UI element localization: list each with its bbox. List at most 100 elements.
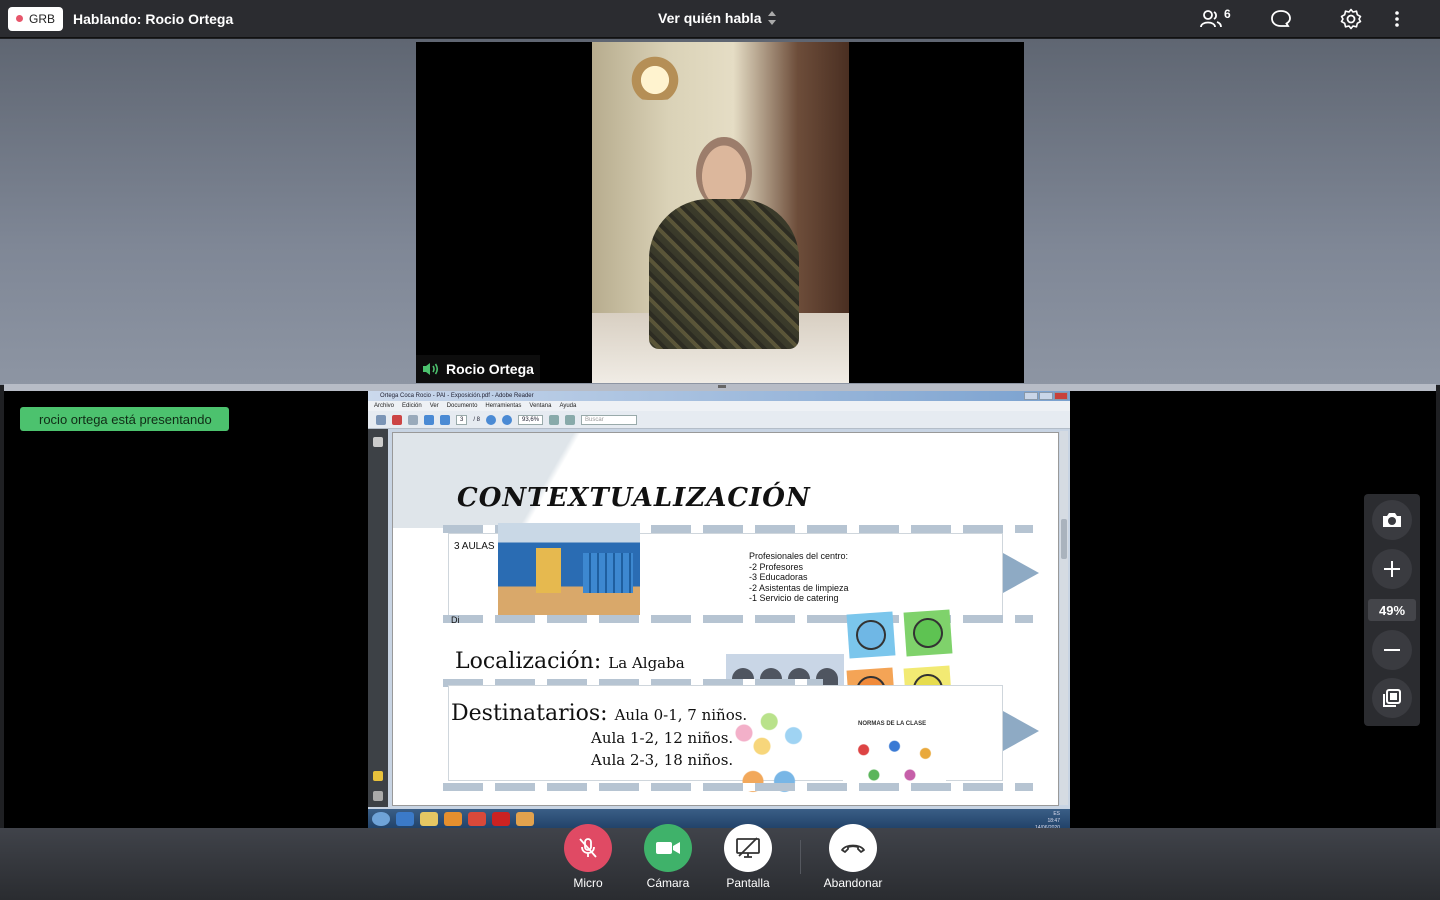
location-line: Localización: La Algaba [455,649,685,674]
location-value: La Algaba [608,654,685,672]
menu-item: Ayuda [559,403,577,409]
screen-share-button-circle[interactable] [724,824,772,872]
page-down-icon [440,414,450,425]
decor-chevron-row [443,783,1033,791]
recipients-item: Aula 2-3, 18 niños. [591,751,734,769]
angry-emoji-card [903,609,953,657]
screen-share-off-icon [736,837,760,858]
shared-window-title-text: Ortega Coca Rocio - PAI - Exposición.pdf… [380,393,534,399]
pdf-search-field: Buscar [581,414,638,425]
screen-share-area: rocio ortega está presentando Ortega Coc… [4,391,1436,831]
staff-line: Profesionales del centro: [749,551,849,561]
speaker-video-area: Rocio Ortega [0,39,1440,385]
speaker-audio-icon [423,363,439,375]
arrow-right-icon [1003,553,1039,593]
menu-item: Ver [429,403,439,409]
participant-name: Rocio Ortega [446,361,534,377]
leave-button[interactable]: Abandonar [808,824,898,890]
fit-page-icon [565,414,576,425]
aulas-label: 3 AULAS [454,541,495,552]
camera-snapshot-icon [1383,513,1401,527]
menu-item: Herramientas [485,403,522,409]
camera-feed [592,42,849,383]
participant-name-tag: Rocio Ortega [416,355,540,383]
app-icon [516,811,534,826]
page-total: / 8 [473,416,481,423]
di-label: Di [451,615,460,625]
room-badge[interactable]: GRB [8,6,64,31]
toolbar-separator [800,840,801,874]
chat-button[interactable] [1270,8,1292,30]
save-icon [549,414,560,425]
pages-icon [373,437,383,447]
tray-language: ES [1053,811,1060,817]
shared-window-title: Ortega Coca Rocio - PAI - Exposición.pdf… [368,391,1070,401]
folder-icon [420,811,438,826]
split-divider[interactable] [4,384,1436,391]
video-tile[interactable]: Rocio Ortega [416,42,1024,383]
minimize-icon [1024,392,1038,400]
divider-handle[interactable] [718,385,726,388]
leave-button-circle[interactable] [829,824,877,872]
page-number-field: 3 [456,414,468,425]
zoom-level: 49% [1368,599,1416,621]
menu-item: Ventana [529,403,552,409]
menu-item: Edición [402,403,422,409]
print-icon [376,414,386,425]
leave-label: Abandonar [823,876,883,890]
zoom-out-button[interactable] [1372,630,1412,670]
zoom-in-button[interactable] [1372,549,1412,589]
menu-item: Archivo [374,403,395,409]
more-vertical-icon [1395,11,1399,27]
snapshot-button[interactable] [1372,500,1412,540]
comments-icon [373,771,383,781]
staff-line: -2 Asistentas de limpieza [749,582,849,593]
view-mode-toggle[interactable]: Ver quién habla [658,10,777,26]
screen-share-label: Pantalla [726,876,770,890]
mic-button-circle[interactable] [564,824,612,872]
camera-button-circle[interactable] [644,824,692,872]
participants-button[interactable]: 6 [1200,7,1231,30]
top-bar: GRB Hablando: Rocio Ortega Ver quién hab… [0,0,1440,38]
presentation-slide: CONTEXTUALIZACIÓN 3 AULAS Profesionales … [392,432,1059,806]
participant-body [649,199,799,349]
video-camera-icon [656,842,680,854]
speaking-indicator: Hablando: Rocio Ortega [73,10,234,27]
tray-time: 18:47 [1047,818,1060,824]
close-icon [1054,392,1068,400]
maximize-icon [1039,392,1053,400]
pdf-scrollbar [1060,431,1068,805]
attachment-icon [373,791,383,801]
slide-title: CONTEXTUALIZACIÓN [457,483,811,513]
participants-icon [1200,10,1222,28]
gear-icon [1340,8,1362,30]
chrome-icon [468,811,486,826]
recording-dot-icon [16,15,23,22]
recipients-item: Aula 1-2, 12 niños. [591,729,734,747]
angry-face-icon [911,616,945,650]
more-options-button[interactable] [1390,8,1404,30]
location-label: Localización: [455,649,602,674]
sad-face-icon [854,618,888,652]
minus-icon [1384,649,1400,651]
menu-item: Documento [446,403,478,409]
mic-button[interactable]: Micro [543,824,633,890]
sort-arrows-icon [768,11,777,25]
camera-button[interactable]: Cámara [623,824,713,890]
classroom-photo [498,523,640,621]
shared-window-toolbar: 3 / 8 93,6% Buscar [368,411,1070,429]
mic-label: Micro [573,876,603,890]
staff-list: Profesionales del centro: -2 Profesores … [749,551,849,604]
screen-share-button[interactable]: Pantalla [703,824,793,890]
presenting-badge: rocio ortega está presentando [20,407,229,431]
shared-screen[interactable]: Ortega Coca Rocio - PAI - Exposición.pdf… [368,391,1070,831]
pdf-icon [392,414,402,425]
shared-window-menu: Archivo Edición Ver Documento Herramient… [368,401,1070,411]
fit-view-button[interactable] [1372,678,1412,718]
room-code: GRB [29,11,56,26]
settings-button[interactable] [1340,8,1362,30]
mic-off-icon [579,838,597,858]
camera-label: Cámara [646,876,690,890]
view-mode-label: Ver quién habla [658,10,762,26]
staff-line: -1 Servicio de catering [749,593,839,603]
